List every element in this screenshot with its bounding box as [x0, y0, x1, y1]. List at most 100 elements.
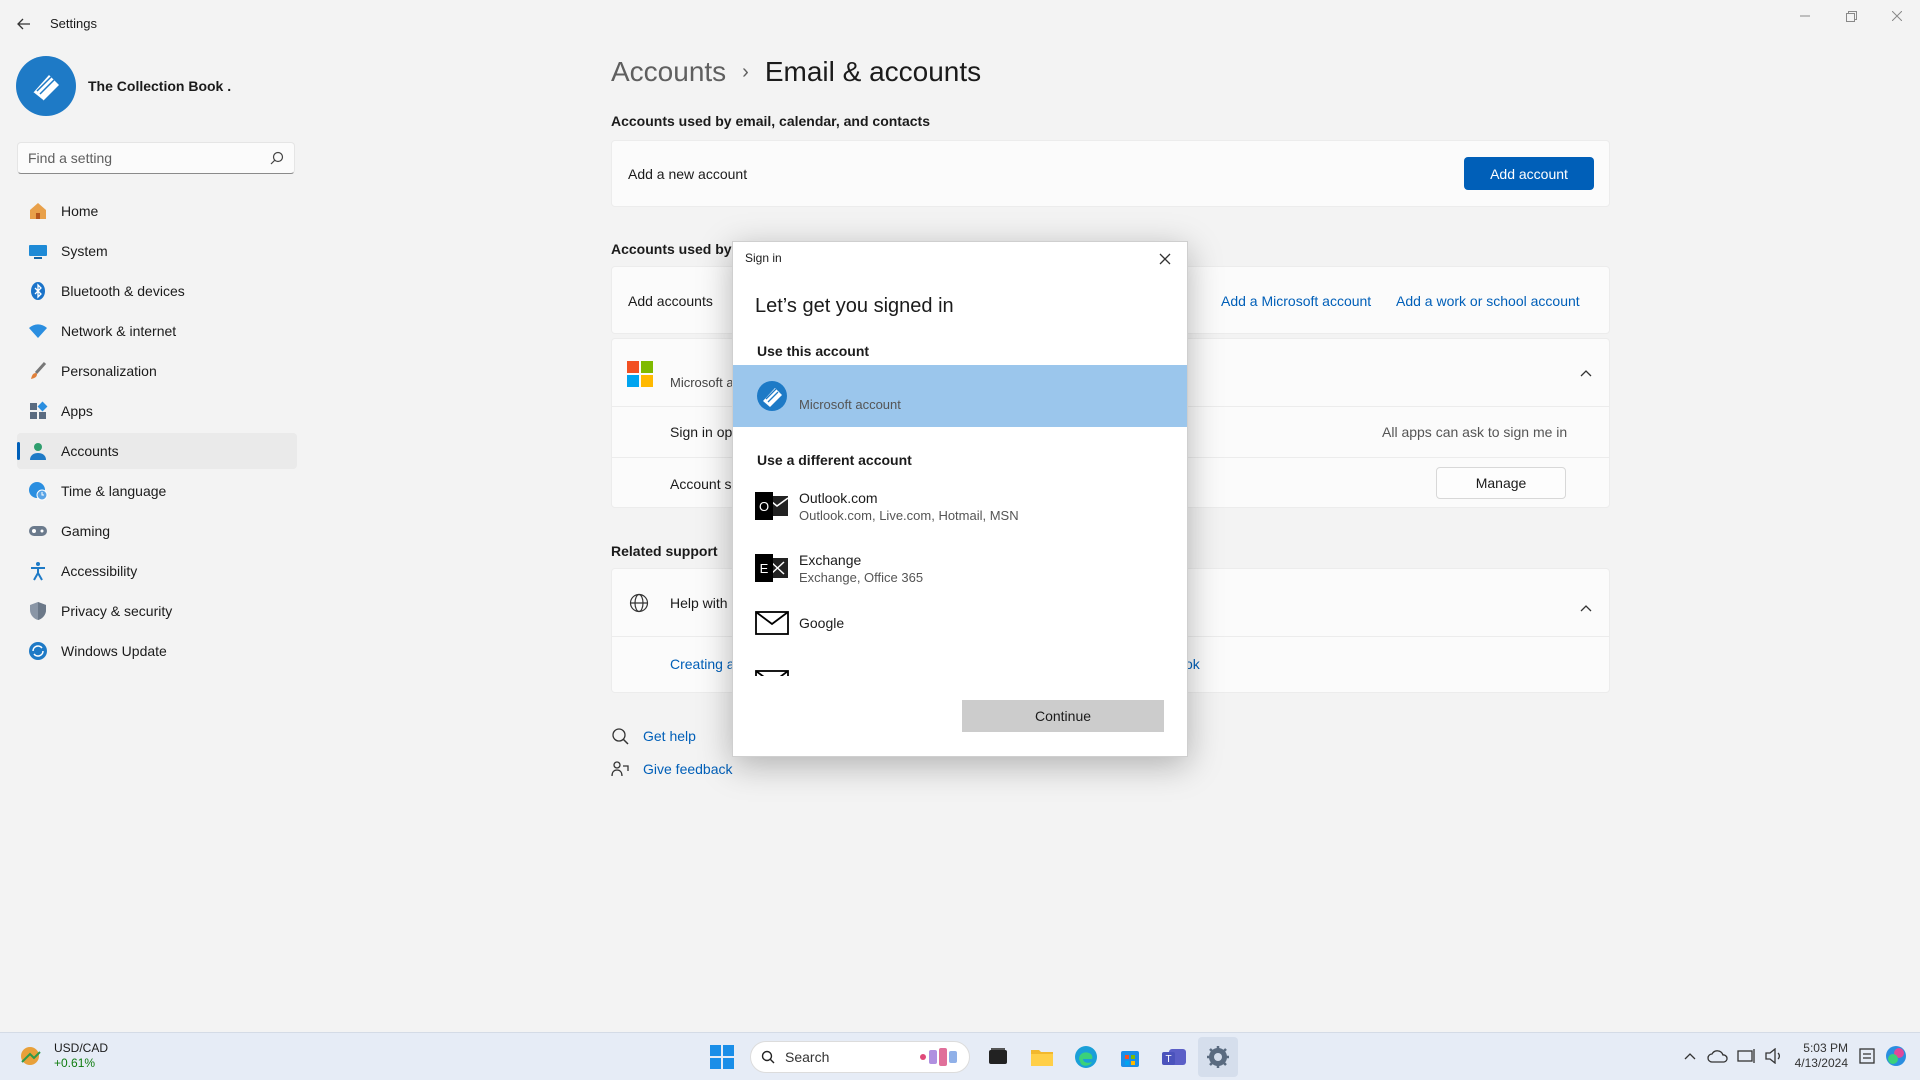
sidebar-item-accounts[interactable]: Accounts	[17, 433, 297, 469]
home-icon	[27, 200, 49, 222]
sidebar-item-accessibility[interactable]: Accessibility	[17, 553, 297, 589]
sidebar-item-gaming[interactable]: Gaming	[17, 513, 297, 549]
taskbar-apps: Search T	[700, 1037, 1240, 1077]
exchange-option[interactable]: E Exchange Exchange, Office 365	[733, 540, 1187, 596]
currency-icon	[21, 1047, 41, 1065]
sidebar-item-home[interactable]: Home	[17, 193, 297, 229]
email-section-title: Accounts used by email, calendar, and co…	[611, 113, 930, 129]
sidebar-item-apps[interactable]: Apps	[17, 393, 297, 429]
add-microsoft-account-link[interactable]: Add a Microsoft account	[1221, 293, 1371, 309]
monitor-icon	[27, 240, 49, 262]
sidebar-item-personalization[interactable]: Personalization	[17, 353, 297, 389]
dialog-heading: Let’s get you signed in	[755, 295, 954, 317]
sidebar-item-bluetooth[interactable]: Bluetooth & devices	[17, 273, 297, 309]
taskbar: USD/CAD +0.61% Search T 5:03 PM 4/13/202…	[0, 1032, 1920, 1080]
task-view-icon	[989, 1048, 1007, 1064]
start-button[interactable]	[702, 1037, 742, 1077]
settings-app-button[interactable]	[1198, 1037, 1238, 1077]
sign-in-options-label: Sign in op	[670, 424, 733, 440]
microsoft-account-label: Microsoft a	[670, 375, 734, 390]
clock[interactable]: 5:03 PM 4/13/2024	[1795, 1041, 1848, 1071]
search-input[interactable]	[28, 150, 270, 166]
brush-icon	[27, 360, 49, 382]
chevron-up-icon[interactable]	[1580, 599, 1592, 617]
globe-icon	[629, 593, 649, 618]
clock-date: 4/13/2024	[1794, 1056, 1848, 1070]
breadcrumb-separator: ›	[742, 60, 749, 83]
shield-icon	[27, 600, 49, 622]
settings-search[interactable]	[17, 142, 295, 174]
google-option[interactable]: Google	[733, 602, 1187, 644]
outlook-icon: O	[755, 489, 789, 523]
sidebar-item-label: Apps	[61, 403, 93, 419]
search-icon	[761, 1050, 775, 1064]
add-account-button[interactable]: Add account	[1464, 157, 1594, 190]
volume-icon[interactable]	[1764, 1048, 1785, 1064]
globe-clock-icon	[27, 480, 49, 502]
sidebar-item-system[interactable]: System	[17, 233, 297, 269]
taskbar-search-label: Search	[785, 1049, 830, 1065]
give-feedback-link[interactable]: Give feedback	[643, 761, 733, 777]
sidebar-item-time-language[interactable]: Time & language	[17, 473, 297, 509]
task-view-button[interactable]	[978, 1037, 1018, 1077]
svg-text:E: E	[760, 561, 769, 576]
teams-button[interactable]: T	[1154, 1037, 1194, 1077]
current-microsoft-account-option[interactable]: Microsoft account	[733, 365, 1187, 427]
taskbar-search[interactable]: Search	[750, 1041, 970, 1073]
app-title: Settings	[50, 16, 97, 31]
ticker-change: +0.61%	[54, 1056, 96, 1070]
manage-button[interactable]: Manage	[1436, 467, 1566, 499]
use-different-account-label: Use a different account	[757, 452, 912, 468]
book-logo-icon	[32, 75, 59, 102]
svg-text:O: O	[759, 499, 769, 514]
creating-account-link[interactable]: Creating a	[670, 656, 735, 672]
gear-icon	[1207, 1046, 1229, 1068]
notification-icon[interactable]	[1858, 1047, 1878, 1065]
ticker-name: USD/CAD	[54, 1041, 109, 1055]
search-icon	[270, 151, 284, 165]
back-arrow-icon[interactable]	[10, 10, 38, 38]
outlook-description: Outlook.com, Live.com, Hotmail, MSN	[799, 507, 1019, 523]
sidebar-item-windows-update[interactable]: Windows Update	[17, 633, 297, 669]
feedback-icon	[611, 760, 629, 783]
close-window-button[interactable]	[1874, 0, 1920, 32]
clock-time: 5:03 PM	[1803, 1041, 1848, 1055]
edge-button[interactable]	[1066, 1037, 1106, 1077]
update-icon	[27, 640, 49, 662]
chevron-up-icon[interactable]	[1683, 1049, 1697, 1063]
sidebar-item-network[interactable]: Network & internet	[17, 313, 297, 349]
chevron-up-icon[interactable]	[1580, 364, 1592, 382]
sidebar-item-privacy[interactable]: Privacy & security	[17, 593, 297, 629]
accessibility-icon	[27, 560, 49, 582]
widgets-ticker[interactable]: USD/CAD +0.61%	[16, 1041, 108, 1071]
file-explorer-button[interactable]	[1022, 1037, 1062, 1077]
add-new-account-label: Add a new account	[628, 166, 748, 182]
google-name: Google	[799, 615, 845, 631]
help-with-label: Help with	[670, 595, 728, 611]
outlook-name: Outlook.com	[799, 489, 878, 506]
breadcrumb-parent[interactable]: Accounts	[611, 56, 726, 88]
user-profile[interactable]: The Collection Book .	[16, 56, 231, 116]
get-help-link[interactable]: Get help	[643, 728, 696, 744]
person-icon	[27, 440, 49, 462]
system-tray: 5:03 PM 4/13/2024	[1683, 1041, 1908, 1071]
minimize-button[interactable]	[1782, 0, 1828, 32]
account-settings-label: Account se	[670, 476, 740, 492]
network-icon[interactable]	[1736, 1048, 1757, 1064]
copilot-icon[interactable]	[1884, 1044, 1908, 1068]
gamepad-icon	[27, 520, 49, 542]
outlook-option[interactable]: O Outlook.com Outlook.com, Live.com, Hot…	[733, 478, 1187, 534]
restore-button[interactable]	[1828, 0, 1874, 32]
cloud-icon[interactable]	[1706, 1048, 1729, 1064]
dialog-close-button[interactable]	[1151, 246, 1179, 272]
sign-in-value: All apps can ask to sign me in	[1382, 424, 1568, 440]
dialog-title: Sign in	[745, 251, 782, 265]
windows-logo-icon	[710, 1045, 734, 1069]
title-bar: Settings	[0, 0, 1920, 48]
mail-icon	[755, 606, 789, 640]
add-work-school-account-link[interactable]: Add a work or school account	[1396, 293, 1580, 309]
exchange-description: Exchange, Office 365	[799, 569, 924, 585]
store-button[interactable]	[1110, 1037, 1150, 1077]
breadcrumb: Accounts › Email & accounts	[611, 56, 981, 88]
continue-button[interactable]: Continue	[962, 700, 1164, 732]
